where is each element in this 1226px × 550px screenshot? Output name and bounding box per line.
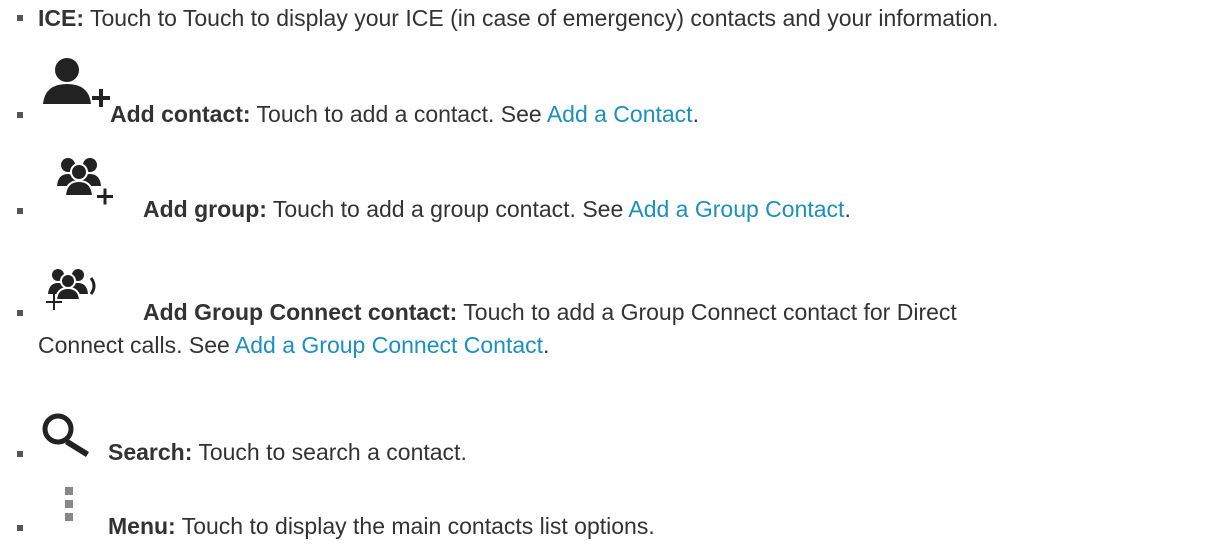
add-a-group-contact-link[interactable]: Add a Group Contact: [628, 196, 844, 222]
bullet: [17, 208, 23, 214]
bullet: [17, 525, 23, 531]
search-icon: [42, 413, 89, 457]
bullet: [17, 310, 23, 316]
list-item-add-group-connect: Add Group Connect contact: Touch to add …: [0, 262, 1226, 382]
item-text: ICE: Touch to Touch to display your ICE …: [38, 5, 999, 32]
list-item-add-group: Add group: Touch to add a group contact.…: [0, 150, 1226, 240]
item-label: Search:: [108, 439, 193, 465]
menu-icon: [65, 487, 73, 521]
item-label: Add Group Connect contact:: [143, 299, 458, 325]
item-description-continued: Connect calls. See: [38, 332, 235, 358]
list-item-menu: Menu: Touch to display the main contacts…: [0, 485, 1226, 550]
add-group-icon: [57, 158, 113, 205]
item-description: Touch to display the main contacts list …: [175, 513, 655, 539]
item-label: Menu:: [108, 513, 176, 539]
item-description: Touch to add a group contact. See: [266, 196, 629, 222]
list-item-add-contact: Add contact: Touch to add a contact. See…: [0, 48, 1226, 128]
bullet: [17, 112, 23, 118]
item-text: Search: Touch to search a contact.: [108, 439, 467, 466]
item-label: Add group:: [143, 196, 267, 222]
item-label: ICE:: [38, 5, 84, 31]
list-item-ice: ICE: Touch to Touch to display your ICE …: [0, 0, 1226, 40]
item-text: Add Group Connect contact: Touch to add …: [143, 299, 957, 326]
item-description: Touch to add a contact. See: [250, 101, 547, 127]
item-text-continued: Connect calls. See Add a Group Connect C…: [38, 332, 550, 358]
item-description: Touch to Touch to display your ICE (in c…: [84, 5, 999, 31]
item-text: Add contact: Touch to add a contact. See…: [110, 101, 699, 127]
add-group-connect-icon: [46, 269, 96, 310]
add-contact-icon: [43, 58, 110, 107]
item-text: Add group: Touch to add a group contact.…: [143, 196, 851, 222]
item-text: Menu: Touch to display the main contacts…: [108, 513, 655, 540]
item-description: Touch to add a Group Connect contact for…: [457, 299, 957, 325]
add-a-group-connect-contact-link[interactable]: Add a Group Connect Contact: [235, 332, 543, 358]
item-description: Touch to search a contact.: [192, 439, 467, 465]
bullet: [17, 15, 23, 21]
list-item-search: Search: Touch to search a contact.: [0, 412, 1226, 472]
bullet: [17, 451, 23, 457]
item-label: Add contact:: [110, 101, 251, 127]
add-a-contact-link[interactable]: Add a Contact: [547, 101, 693, 127]
